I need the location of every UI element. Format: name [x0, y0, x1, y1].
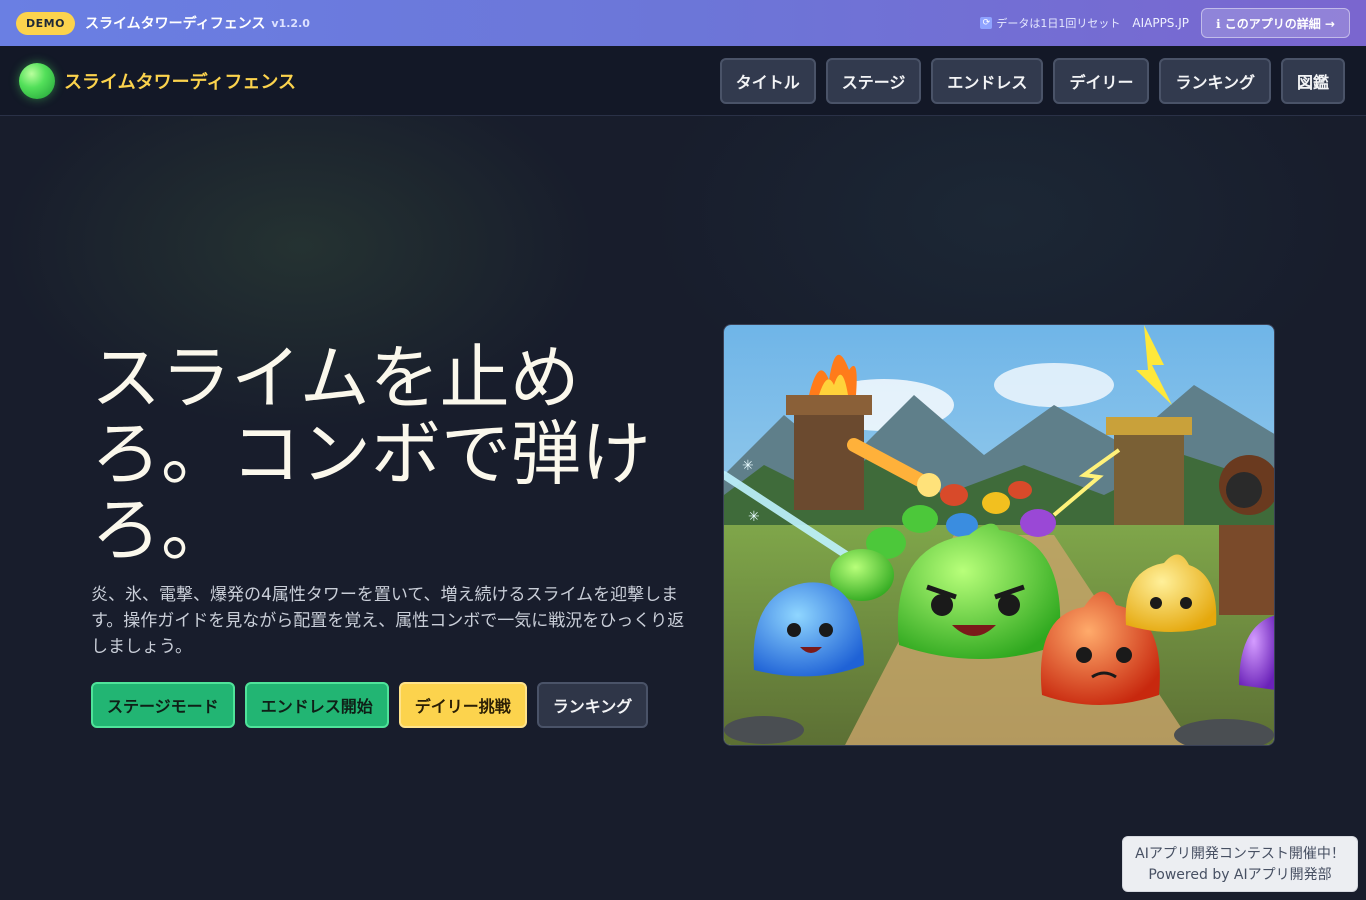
- daily-challenge-button[interactable]: デイリー挑戦: [398, 682, 527, 728]
- demo-app-title: スライムタワーディフェンス: [84, 16, 266, 32]
- nav-stage[interactable]: ステージ: [825, 57, 922, 104]
- nav-ranking[interactable]: ランキング: [1159, 57, 1271, 104]
- ranking-button[interactable]: ランキング: [536, 682, 649, 728]
- reset-note-text: データは1日1回リセット: [996, 17, 1121, 30]
- reset-note: ⟳ データは1日1回リセット: [980, 15, 1120, 31]
- hero-title-line1: スライムを止め: [91, 337, 580, 419]
- app-header: スライムタワーディフェンス タイトル ステージ エンドレス デイリー ランキング…: [0, 46, 1366, 116]
- refresh-icon: ⟳: [980, 17, 993, 29]
- site-link[interactable]: AIAPPS.JP: [1132, 16, 1189, 30]
- stage-mode-button[interactable]: ステージモード: [91, 682, 235, 728]
- slime-logo-icon[interactable]: [19, 62, 55, 99]
- contest-line2: Powered by AIアプリ開発部: [1148, 867, 1332, 883]
- svg-text:✳: ✳: [748, 509, 760, 525]
- endless-start-button[interactable]: エンドレス開始: [244, 682, 389, 728]
- hero-title: スライムを止め ろ。コンボで弾け ろ。: [91, 340, 691, 568]
- nav-encyclopedia[interactable]: 図鑑: [1280, 57, 1345, 104]
- slime-battle-artwork: ✳ ✳: [724, 325, 1274, 745]
- hero-actions: ステージモード エンドレス開始 デイリー挑戦 ランキング: [91, 682, 701, 728]
- demo-banner-right: ⟳ データは1日1回リセット AIAPPS.JP ℹ このアプリの詳細 →: [980, 8, 1350, 38]
- nav-daily[interactable]: デイリー: [1053, 57, 1150, 104]
- demo-banner: DEMO スライムタワーディフェンス v1.2.0 ⟳ データは1日1回リセット…: [0, 0, 1366, 46]
- demo-badge: DEMO: [16, 11, 75, 35]
- hero-content: スライムを止め ろ。コンボで弾け ろ。 炎、氷、電撃、爆発の4属性タワーを置いて…: [91, 340, 701, 728]
- hero-illustration: ✳ ✳: [723, 324, 1275, 746]
- svg-text:✳: ✳: [742, 458, 754, 474]
- app-logo-text[interactable]: スライムタワーディフェンス: [64, 68, 296, 94]
- hero-title-line3: ろ。: [91, 489, 231, 571]
- contest-line1: AIアプリ開発コンテスト開催中！: [1135, 846, 1345, 862]
- contest-notice[interactable]: AIアプリ開発コンテスト開催中！ Powered by AIアプリ開発部: [1122, 836, 1358, 892]
- hero-title-line2: ろ。コンボで弾け: [91, 413, 651, 495]
- nav-title[interactable]: タイトル: [719, 57, 816, 104]
- main-nav: タイトル ステージ エンドレス デイリー ランキング 図鑑: [719, 57, 1347, 104]
- nav-endless[interactable]: エンドレス: [931, 57, 1044, 104]
- hero-description: 炎、氷、電撃、爆発の4属性タワーを置いて、増え続けるスライムを迎撃します。操作ガ…: [91, 585, 685, 657]
- app-details-button[interactable]: ℹ このアプリの詳細 →: [1201, 8, 1350, 38]
- version-label: v1.2.0: [271, 16, 310, 30]
